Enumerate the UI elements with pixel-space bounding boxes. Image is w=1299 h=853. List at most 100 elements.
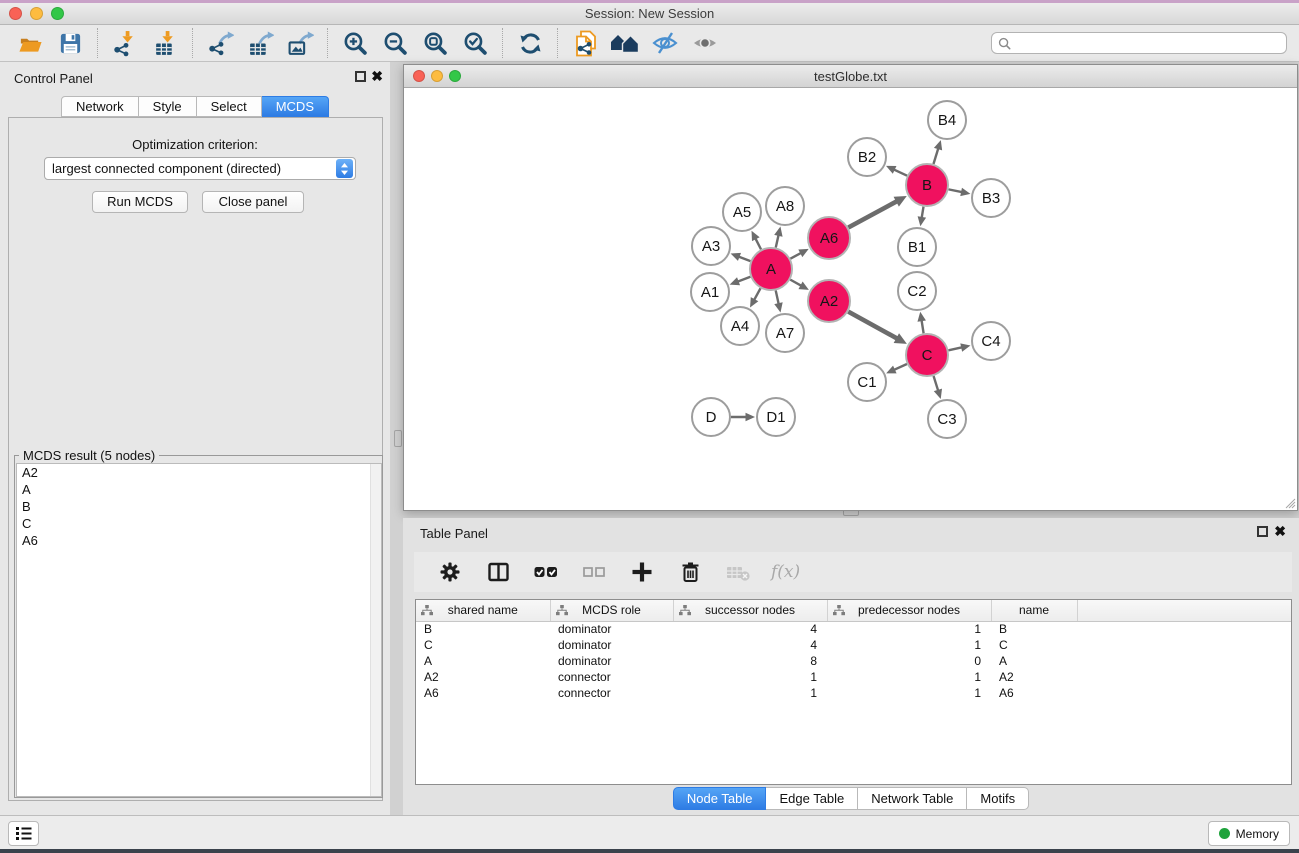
graph-edge-A-A2[interactable] — [790, 280, 802, 287]
graph-edge-C-C2[interactable] — [921, 319, 923, 333]
table-cell[interactable]: 1 — [827, 685, 991, 701]
table-cell[interactable]: connector — [550, 669, 673, 685]
graph-edge-C-C4[interactable] — [948, 347, 963, 350]
run-mcds-button[interactable]: Run MCDS — [92, 191, 188, 213]
tab-select[interactable]: Select — [197, 96, 262, 117]
deselect-all-icon[interactable] — [579, 557, 609, 587]
table-cell[interactable]: 8 — [673, 653, 827, 669]
add-row-icon[interactable] — [627, 557, 657, 587]
table-row[interactable]: A2connector11A2 — [416, 669, 1291, 685]
close-panel-icon[interactable]: ✖ — [371, 68, 383, 84]
tab-network[interactable]: Network — [61, 96, 139, 117]
home-network-icon[interactable] — [610, 28, 640, 58]
task-history-button[interactable] — [8, 821, 39, 846]
float-panel-icon[interactable] — [355, 71, 366, 82]
table-cell[interactable]: B — [991, 621, 1077, 637]
table-cell[interactable]: A2 — [991, 669, 1077, 685]
graph-edge-A-A4[interactable] — [754, 288, 761, 301]
network-canvas[interactable]: B4B2BB3A5A8A6B1A3AA1C2A2A4A7C4CC1C3DD1 — [404, 88, 1297, 510]
table-cell[interactable]: dominator — [550, 621, 673, 637]
import-table-icon[interactable] — [150, 28, 180, 58]
table-cell[interactable]: dominator — [550, 637, 673, 653]
graph-edge-C-C3[interactable] — [934, 376, 939, 392]
table-cell[interactable]: A — [991, 653, 1077, 669]
tab-network-table[interactable]: Network Table — [858, 787, 967, 810]
table-cell[interactable]: C — [416, 637, 550, 653]
table-cell[interactable]: dominator — [550, 653, 673, 669]
table-row[interactable]: A6connector11A6 — [416, 685, 1291, 701]
show-graphics-icon[interactable] — [690, 28, 720, 58]
zoom-selected-icon[interactable] — [460, 28, 490, 58]
table-close-panel-icon[interactable]: ✖ — [1274, 523, 1286, 539]
network-window-titlebar[interactable]: testGlobe.txt — [404, 65, 1297, 88]
graph-edge-A6-B[interactable] — [848, 201, 898, 228]
export-network-icon[interactable] — [205, 28, 235, 58]
mcds-result-item[interactable]: B — [17, 498, 381, 515]
table-row[interactable]: Bdominator41B — [416, 621, 1291, 637]
column-header-MCDS-role[interactable]: MCDS role — [550, 600, 673, 621]
table-cell[interactable]: 0 — [827, 653, 991, 669]
graph-edge-A-A7[interactable] — [776, 290, 779, 305]
table-cell[interactable]: 1 — [673, 669, 827, 685]
zoom-out-icon[interactable] — [380, 28, 410, 58]
select-all-icon[interactable] — [531, 557, 561, 587]
tab-node-table[interactable]: Node Table — [673, 787, 767, 810]
table-cell[interactable] — [1077, 669, 1291, 685]
graph-edge-B-B2[interactable] — [893, 169, 907, 176]
table-cell[interactable]: A2 — [416, 669, 550, 685]
tab-motifs[interactable]: Motifs — [967, 787, 1029, 810]
tab-edge-table[interactable]: Edge Table — [766, 787, 858, 810]
graph-edge-B-B3[interactable] — [949, 189, 964, 192]
scrollbar-track[interactable] — [370, 464, 381, 796]
delete-row-icon[interactable] — [675, 557, 705, 587]
graph-edge-C-C1[interactable] — [893, 364, 907, 370]
table-cell[interactable]: 1 — [827, 621, 991, 637]
import-network-icon[interactable] — [110, 28, 140, 58]
table-cell[interactable]: A — [416, 653, 550, 669]
column-header-blank[interactable] — [1077, 600, 1291, 621]
graph-edge-A-A3[interactable] — [738, 256, 751, 261]
table-cell[interactable] — [1077, 621, 1291, 637]
mcds-result-item[interactable]: C — [17, 515, 381, 532]
mcds-result-item[interactable]: A — [17, 481, 381, 498]
mcds-result-item[interactable]: A2 — [17, 464, 381, 481]
mcds-result-list[interactable]: A2ABCA6 — [16, 463, 382, 797]
zoom-in-icon[interactable] — [340, 28, 370, 58]
table-cell[interactable]: 1 — [827, 669, 991, 685]
table-cell[interactable]: A6 — [991, 685, 1077, 701]
tab-style[interactable]: Style — [139, 96, 197, 117]
export-image-icon[interactable] — [285, 28, 315, 58]
table-cell[interactable]: 4 — [673, 637, 827, 653]
hide-graphics-icon[interactable] — [650, 28, 680, 58]
table-cell[interactable]: A6 — [416, 685, 550, 701]
refresh-icon[interactable] — [515, 28, 545, 58]
table-row[interactable]: Cdominator41C — [416, 637, 1291, 653]
open-folder-icon[interactable] — [15, 28, 45, 58]
network-document-icon[interactable] — [570, 28, 600, 58]
column-header-successor-nodes[interactable]: successor nodes — [673, 600, 827, 621]
search-box[interactable] — [991, 32, 1287, 54]
graph-edge-B-B4[interactable] — [933, 147, 938, 164]
close-panel-button[interactable]: Close panel — [202, 191, 304, 213]
table-row[interactable]: Adominator80A — [416, 653, 1291, 669]
graph-edge-A-A1[interactable] — [737, 277, 751, 282]
resize-grip-icon[interactable] — [1283, 496, 1296, 509]
table-cell[interactable] — [1077, 685, 1291, 701]
column-header-shared-name[interactable]: shared name — [416, 600, 550, 621]
tab-mcds[interactable]: MCDS — [262, 96, 329, 117]
zoom-fit-icon[interactable] — [420, 28, 450, 58]
table-cell[interactable] — [1077, 653, 1291, 669]
table-cell[interactable]: B — [416, 621, 550, 637]
table-cell[interactable]: 1 — [827, 637, 991, 653]
table-cell[interactable]: C — [991, 637, 1077, 653]
table-cell[interactable] — [1077, 637, 1291, 653]
graph-edge-A2-C[interactable] — [848, 312, 898, 339]
table-cell[interactable]: 1 — [673, 685, 827, 701]
criterion-dropdown[interactable]: largest connected component (directed) — [44, 157, 356, 180]
export-table-icon[interactable] — [245, 28, 275, 58]
save-session-icon[interactable] — [55, 28, 85, 58]
column-header-predecessor-nodes[interactable]: predecessor nodes — [827, 600, 991, 621]
memory-button[interactable]: Memory — [1208, 821, 1290, 846]
search-input[interactable] — [1016, 36, 1280, 50]
vertical-splitter-handle[interactable] — [394, 430, 402, 447]
